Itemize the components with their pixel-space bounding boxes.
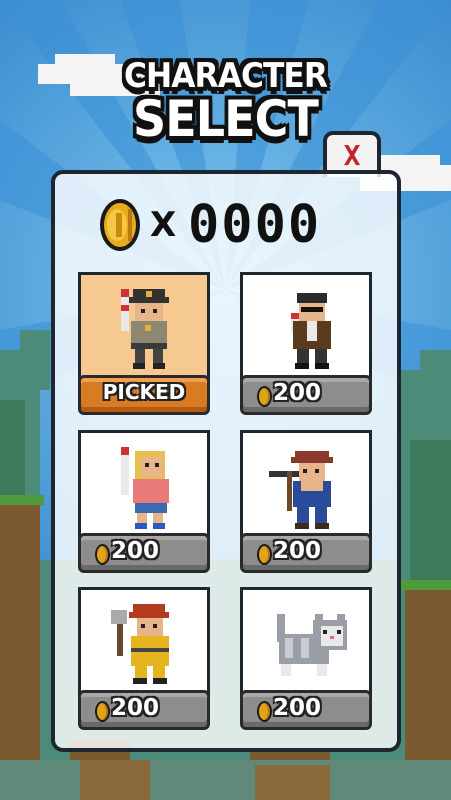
- coin-icon: [95, 544, 110, 565]
- character-card-firefighter[interactable]: 200: [78, 587, 210, 730]
- character-portrait: [240, 587, 372, 695]
- buy-button[interactable]: 200: [240, 533, 372, 573]
- firefighter-character-icon: [111, 604, 169, 684]
- picked-badge: PICKED: [78, 375, 210, 415]
- bandit-character-icon: [291, 293, 331, 369]
- character-portrait: [78, 430, 210, 538]
- buy-button[interactable]: 200: [78, 690, 210, 730]
- coin-icon: [100, 199, 140, 251]
- coin-counter: X 0000: [96, 195, 366, 255]
- picked-label: PICKED: [102, 380, 186, 404]
- farmer-character-icon: [269, 451, 333, 529]
- price-label: 200: [273, 380, 322, 406]
- coin-icon: [257, 386, 272, 407]
- sheriff-character-icon: [121, 289, 169, 369]
- character-portrait: [240, 430, 372, 538]
- character-card-farmer[interactable]: 200: [240, 430, 372, 573]
- character-portrait: [78, 272, 210, 380]
- character-card-girl[interactable]: 200: [78, 430, 210, 573]
- coin-icon: [257, 701, 272, 722]
- character-portrait: [240, 272, 372, 380]
- coin-multiplier: X: [150, 205, 177, 245]
- character-card-bandit[interactable]: 200: [240, 272, 372, 415]
- price-label: 200: [273, 538, 322, 564]
- character-card-cat[interactable]: 200: [240, 587, 372, 730]
- coin-count: 0000: [188, 195, 322, 255]
- cat-character-icon: [277, 614, 347, 676]
- buy-button[interactable]: 200: [78, 533, 210, 573]
- girl-character-icon: [121, 447, 169, 529]
- price-label: 200: [111, 695, 160, 721]
- price-label: 200: [111, 538, 160, 564]
- character-card-sheriff[interactable]: PICKED: [78, 272, 210, 415]
- coin-icon: [257, 544, 272, 565]
- price-label: 200: [273, 695, 322, 721]
- close-icon: X: [343, 139, 361, 172]
- buy-button[interactable]: 200: [240, 375, 372, 415]
- character-portrait: [78, 587, 210, 695]
- coin-icon: [95, 701, 110, 722]
- buy-button[interactable]: 200: [240, 690, 372, 730]
